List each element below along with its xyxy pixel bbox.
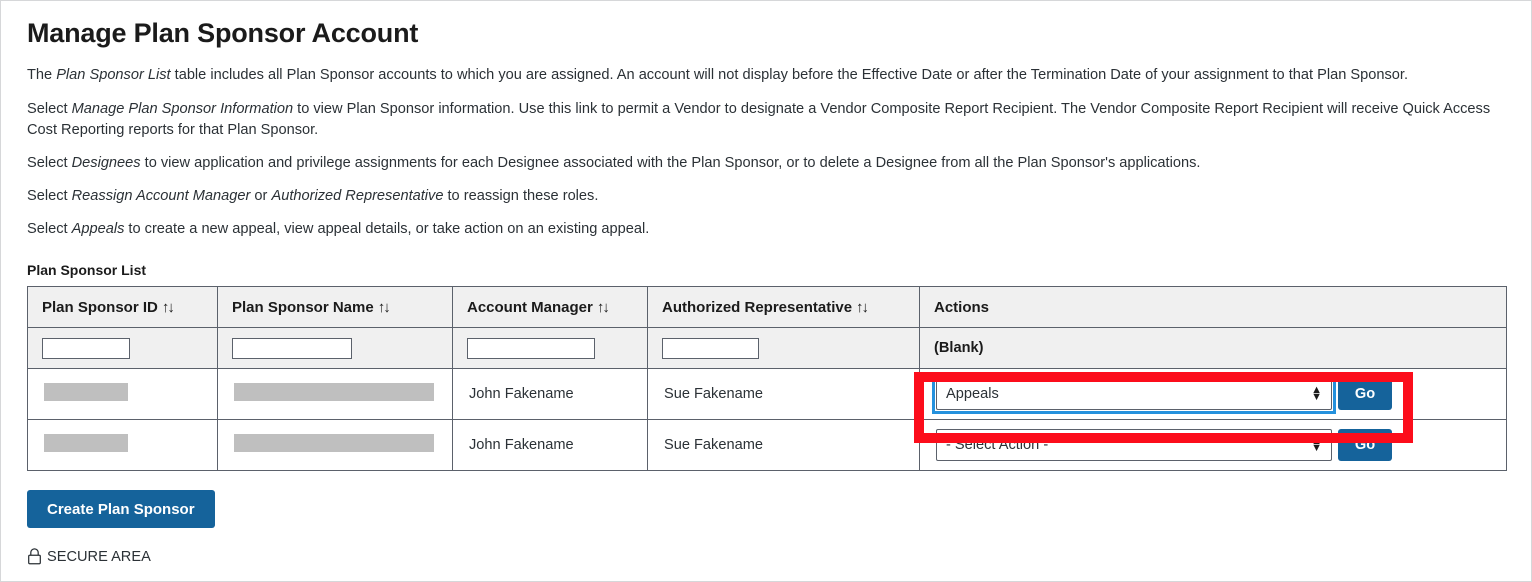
intro-4-emphasis-1: Reassign Account Manager [72,188,251,204]
redacted-plan-sponsor-id [44,383,128,401]
column-label: Plan Sponsor ID [42,299,158,316]
column-label: Actions [934,299,989,316]
column-label: Account Manager [467,299,593,316]
page-content: Manage Plan Sponsor Account The Plan Spo… [27,17,1505,565]
cell-actions: Appeals ▲▼ Go [920,369,1507,420]
redacted-plan-sponsor-name [234,383,434,401]
plan-sponsor-list-caption: Plan Sponsor List [27,262,1505,278]
filter-cell-actions: (Blank) [920,328,1507,369]
intro-paragraph-2: Select Manage Plan Sponsor Information t… [27,99,1505,141]
redacted-plan-sponsor-name [234,434,434,452]
intro-3-emphasis: Designees [72,155,141,171]
filter-input-authorized-representative[interactable] [662,338,759,359]
intro-paragraph-4: Select Reassign Account Manager or Autho… [27,186,1505,207]
table-row: John Fakename Sue Fakename - Select Acti… [28,420,1507,471]
intro-1-emphasis: Plan Sponsor List [56,67,170,83]
manage-plan-sponsor-account-page: Manage Plan Sponsor Account The Plan Spo… [0,0,1532,582]
go-button[interactable]: Go [1338,378,1392,410]
secure-area-indicator: SECURE AREA [27,548,1505,565]
table-row: John Fakename Sue Fakename Appeals ▲▼ Go [28,369,1507,420]
intro-paragraph-5: Select Appeals to create a new appeal, v… [27,219,1505,240]
cell-authorized-representative: Sue Fakename [648,420,920,471]
column-header-authorized-representative[interactable]: Authorized Representative↑↓ [648,287,920,328]
intro-5-emphasis: Appeals [72,221,125,237]
secure-area-label: SECURE AREA [47,549,151,565]
column-label: Authorized Representative [662,299,852,316]
column-label: Plan Sponsor Name [232,299,374,316]
sort-arrows-icon[interactable]: ↑↓ [856,299,867,316]
filter-cell-account-manager [453,328,648,369]
filter-cell-plan-sponsor-name [218,328,453,369]
intro-paragraph-3: Select Designees to view application and… [27,153,1505,174]
column-header-plan-sponsor-id[interactable]: Plan Sponsor ID↑↓ [28,287,218,328]
table-header: Plan Sponsor ID↑↓ Plan Sponsor Name↑↓ Ac… [28,287,1507,328]
create-plan-sponsor-button[interactable]: Create Plan Sponsor [27,490,215,528]
sort-arrows-icon[interactable]: ↑↓ [378,299,389,316]
cell-plan-sponsor-name [218,420,453,471]
filter-input-plan-sponsor-name[interactable] [232,338,352,359]
action-select[interactable]: Appeals [936,378,1332,410]
filter-input-account-manager[interactable] [467,338,595,359]
column-header-plan-sponsor-name[interactable]: Plan Sponsor Name↑↓ [218,287,453,328]
intro-3-text-b: to view application and privilege assign… [141,155,1201,171]
intro-4-text-mid: or [250,188,271,204]
action-select-wrapper: Appeals ▲▼ [936,378,1332,410]
intro-paragraph-1: The Plan Sponsor List table includes all… [27,65,1505,86]
cell-actions: - Select Action - ▲▼ Go [920,420,1507,471]
cell-plan-sponsor-name [218,369,453,420]
cell-authorized-representative: Sue Fakename [648,369,920,420]
cell-account-manager: John Fakename [453,420,648,471]
filter-cell-authorized-representative [648,328,920,369]
intro-5-text-a: Select [27,221,72,237]
sort-arrows-icon[interactable]: ↑↓ [597,299,608,316]
actions-blank-label: (Blank) [934,340,983,356]
intro-1-text-a: The [27,67,56,83]
action-controls: Appeals ▲▼ Go [936,378,1490,410]
filter-cell-plan-sponsor-id [28,328,218,369]
column-header-actions: Actions [920,287,1507,328]
action-select[interactable]: - Select Action - [936,429,1332,461]
intro-4-text-a: Select [27,188,72,204]
table-header-row: Plan Sponsor ID↑↓ Plan Sponsor Name↑↓ Ac… [28,287,1507,328]
redacted-plan-sponsor-id [44,434,128,452]
action-controls: - Select Action - ▲▼ Go [936,429,1490,461]
go-button[interactable]: Go [1338,429,1392,461]
lock-icon [27,548,42,565]
sort-arrows-icon[interactable]: ↑↓ [162,299,173,316]
intro-4-text-b: to reassign these roles. [443,188,598,204]
action-select-wrapper: - Select Action - ▲▼ [936,429,1332,461]
plan-sponsor-table: Plan Sponsor ID↑↓ Plan Sponsor Name↑↓ Ac… [27,286,1507,471]
intro-5-text-b: to create a new appeal, view appeal deta… [124,221,649,237]
column-header-account-manager[interactable]: Account Manager↑↓ [453,287,648,328]
cell-account-manager: John Fakename [453,369,648,420]
cell-plan-sponsor-id [28,369,218,420]
intro-4-emphasis-2: Authorized Representative [271,188,443,204]
intro-2-emphasis: Manage Plan Sponsor Information [72,101,293,117]
table-filter-row: (Blank) [28,328,1507,369]
intro-1-text-b: table includes all Plan Sponsor accounts… [171,67,1408,83]
intro-2-text-a: Select [27,101,72,117]
cell-plan-sponsor-id [28,420,218,471]
table-body: (Blank) John Fakename Sue Fakename [28,328,1507,471]
page-title: Manage Plan Sponsor Account [27,17,1505,49]
filter-input-plan-sponsor-id[interactable] [42,338,130,359]
intro-3-text-a: Select [27,155,72,171]
